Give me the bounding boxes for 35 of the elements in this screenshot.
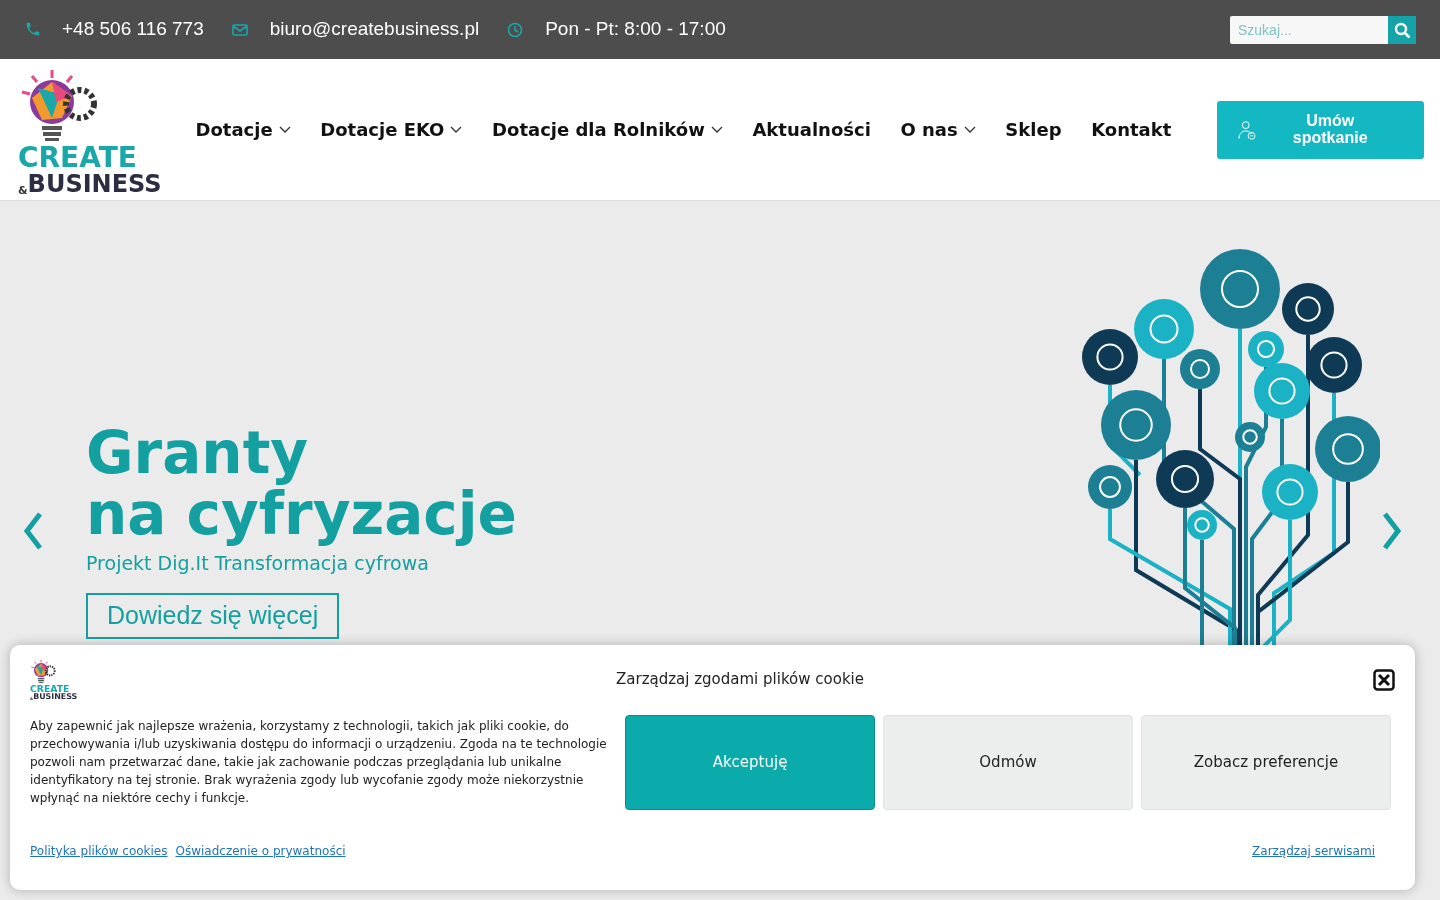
mail-text: biuro@createbusiness.pl bbox=[269, 17, 480, 42]
clock-text: Pon - Pt: 8:00 - 17:00 bbox=[545, 17, 726, 42]
close-button[interactable] bbox=[1373, 667, 1395, 691]
chevron-right-icon bbox=[1380, 511, 1404, 551]
close-icon bbox=[1373, 668, 1395, 691]
nav-link[interactable]: O nas bbox=[900, 116, 976, 143]
mail-icon bbox=[231, 21, 248, 38]
phone-icon bbox=[24, 21, 40, 38]
logo-ampersand: & bbox=[18, 184, 28, 196]
bulb-icon bbox=[30, 659, 56, 684]
phone-text: +48 506 116 773 bbox=[62, 17, 204, 42]
nav-link[interactable]: Dotacje bbox=[195, 116, 291, 143]
search-field[interactable]: Szukaj... bbox=[1230, 15, 1388, 44]
consent-button[interactable]: Odmów bbox=[883, 715, 1133, 810]
hero-title: Granty na cyfryzacje bbox=[86, 423, 517, 545]
nav-link[interactable]: Aktualności bbox=[752, 116, 871, 143]
nav-link[interactable]: Sklep bbox=[1005, 116, 1062, 143]
hero-subtitle: Projekt Dig.It Transformacja cyfrowa bbox=[86, 550, 429, 576]
nav-link[interactable]: Dotacje dla Rolników bbox=[492, 116, 723, 143]
logo-text: CREATE bbox=[18, 143, 137, 172]
cookie-title: Zarządzaj zgodami plików cookie bbox=[616, 668, 864, 690]
nav-link[interactable]: Dotacje EKO bbox=[320, 116, 463, 143]
next-slide-button[interactable] bbox=[1380, 511, 1404, 551]
policy-link[interactable]: Oświadczenie o prywatności bbox=[175, 842, 346, 860]
manage-services-link[interactable]: Zarządzaj serwisami bbox=[1252, 842, 1375, 860]
search-icon bbox=[1394, 21, 1410, 38]
cookie-text: Aby zapewnić jak najlepsze wrażenia, korzystamy z technologii, takich jak pliki cookie, do przechowywania i/lub uzyskiwania dostępu do informacji o urządzeniu. Zgoda na te technologie pozwoli nam przetwarzać dane, takie jak zachowanie podczas przeglądania lub unikalne identyfikatory na tej stronie. Brak wyrażenia zgody lub wycofanie zgody może niekorzystnie wpłynąć na niektóre cechy i funkcje. bbox=[30, 718, 608, 808]
consent-button[interactable]: Zobacz preferencje bbox=[1141, 715, 1391, 810]
clock-icon bbox=[507, 21, 524, 38]
search-button[interactable] bbox=[1388, 15, 1416, 44]
logo-text: CREATE bbox=[30, 684, 70, 694]
policy-link[interactable]: Polityka plików cookies bbox=[30, 842, 168, 860]
logo-text: BUSINESS bbox=[27, 171, 162, 196]
person-add-icon bbox=[1236, 119, 1257, 140]
nav-link[interactable]: Kontakt bbox=[1091, 116, 1172, 143]
